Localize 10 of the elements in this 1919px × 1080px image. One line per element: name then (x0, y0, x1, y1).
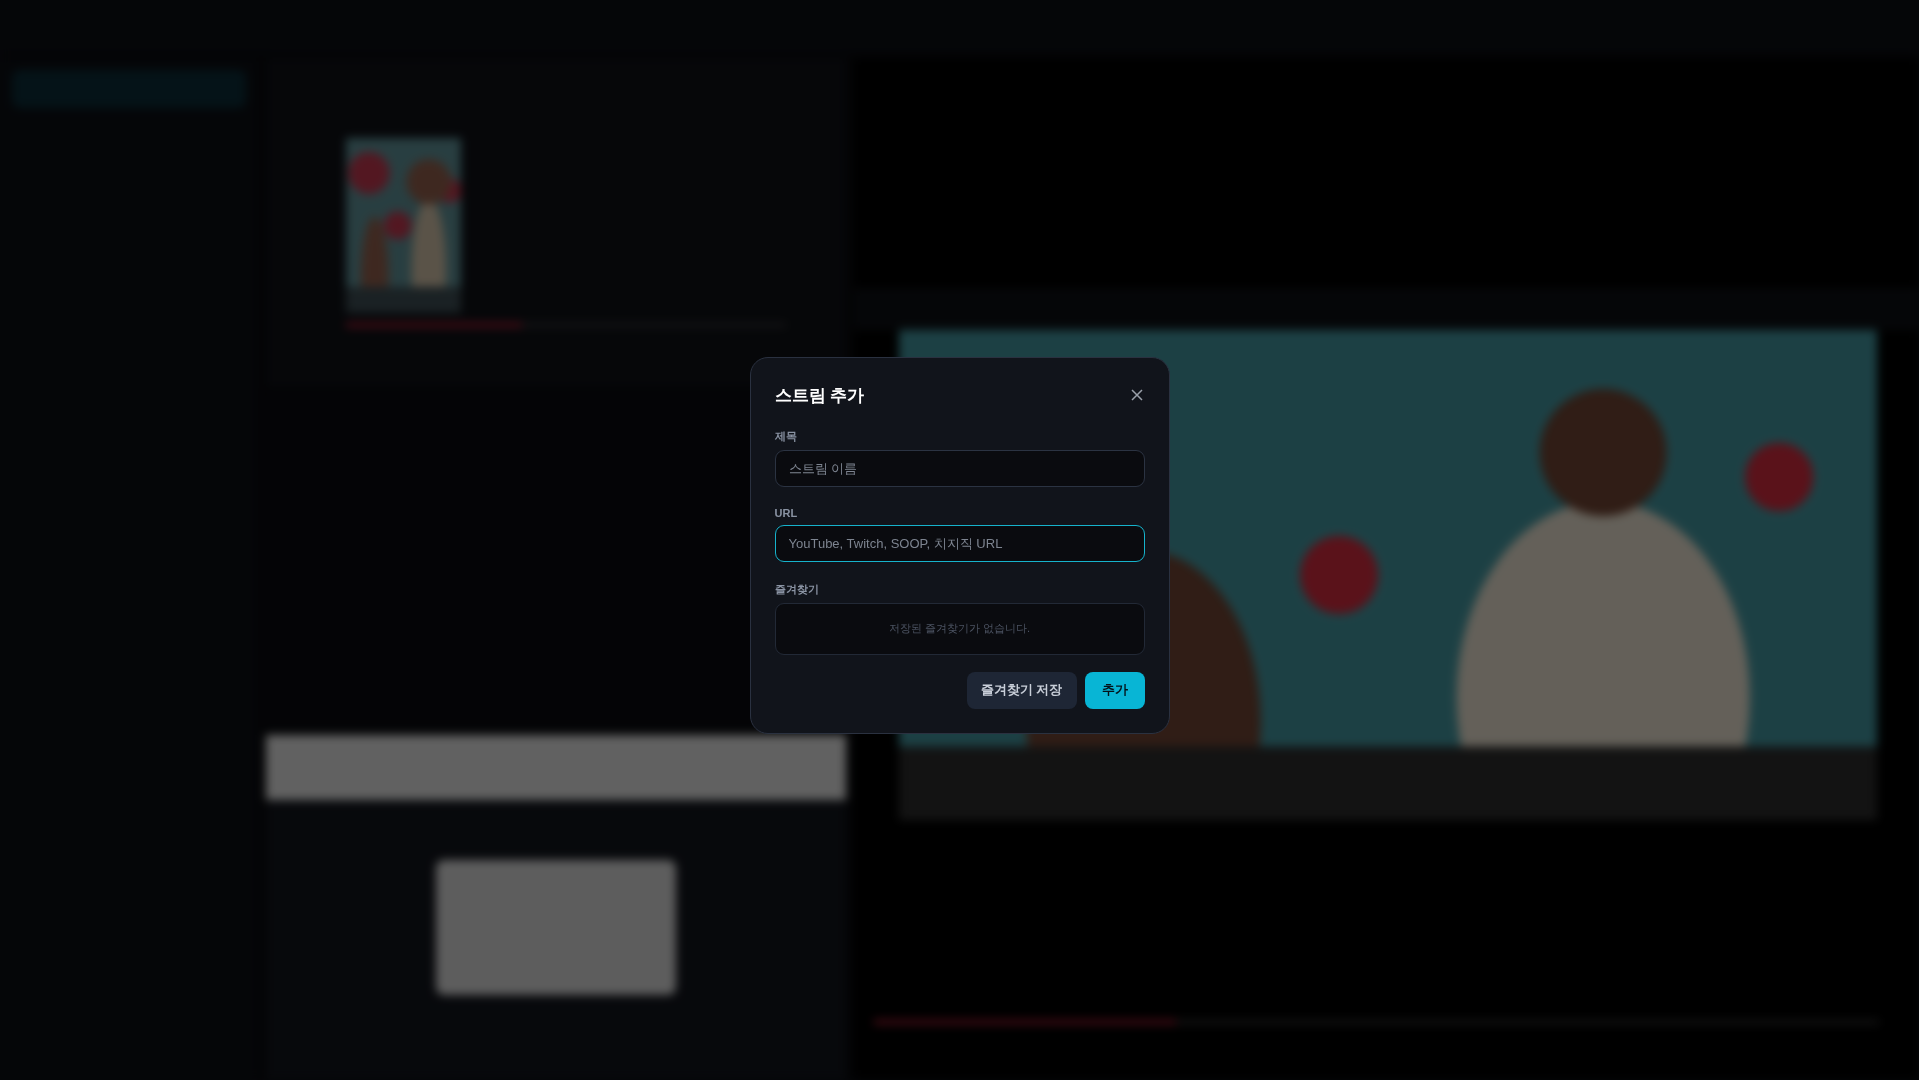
field-label: URL (774, 506, 799, 519)
field-label: 제목 (774, 428, 798, 444)
add-button[interactable]: 추가 (1084, 671, 1145, 709)
input-field[interactable]: YouTube, Twitch, SOOP, 치지직 URL (774, 524, 1145, 562)
dialog-title: 스트림 추가 (774, 384, 865, 407)
empty-message: 저장된 즐겨찾기가 없습니다. (888, 621, 1031, 636)
close-button[interactable] (1128, 387, 1145, 403)
input-field[interactable]: 스트림 이름 (774, 449, 1145, 487)
field-label: 즐겨찾기 (774, 581, 820, 597)
save-favorite-button[interactable]: 즐겨찾기 저장 (966, 671, 1077, 709)
